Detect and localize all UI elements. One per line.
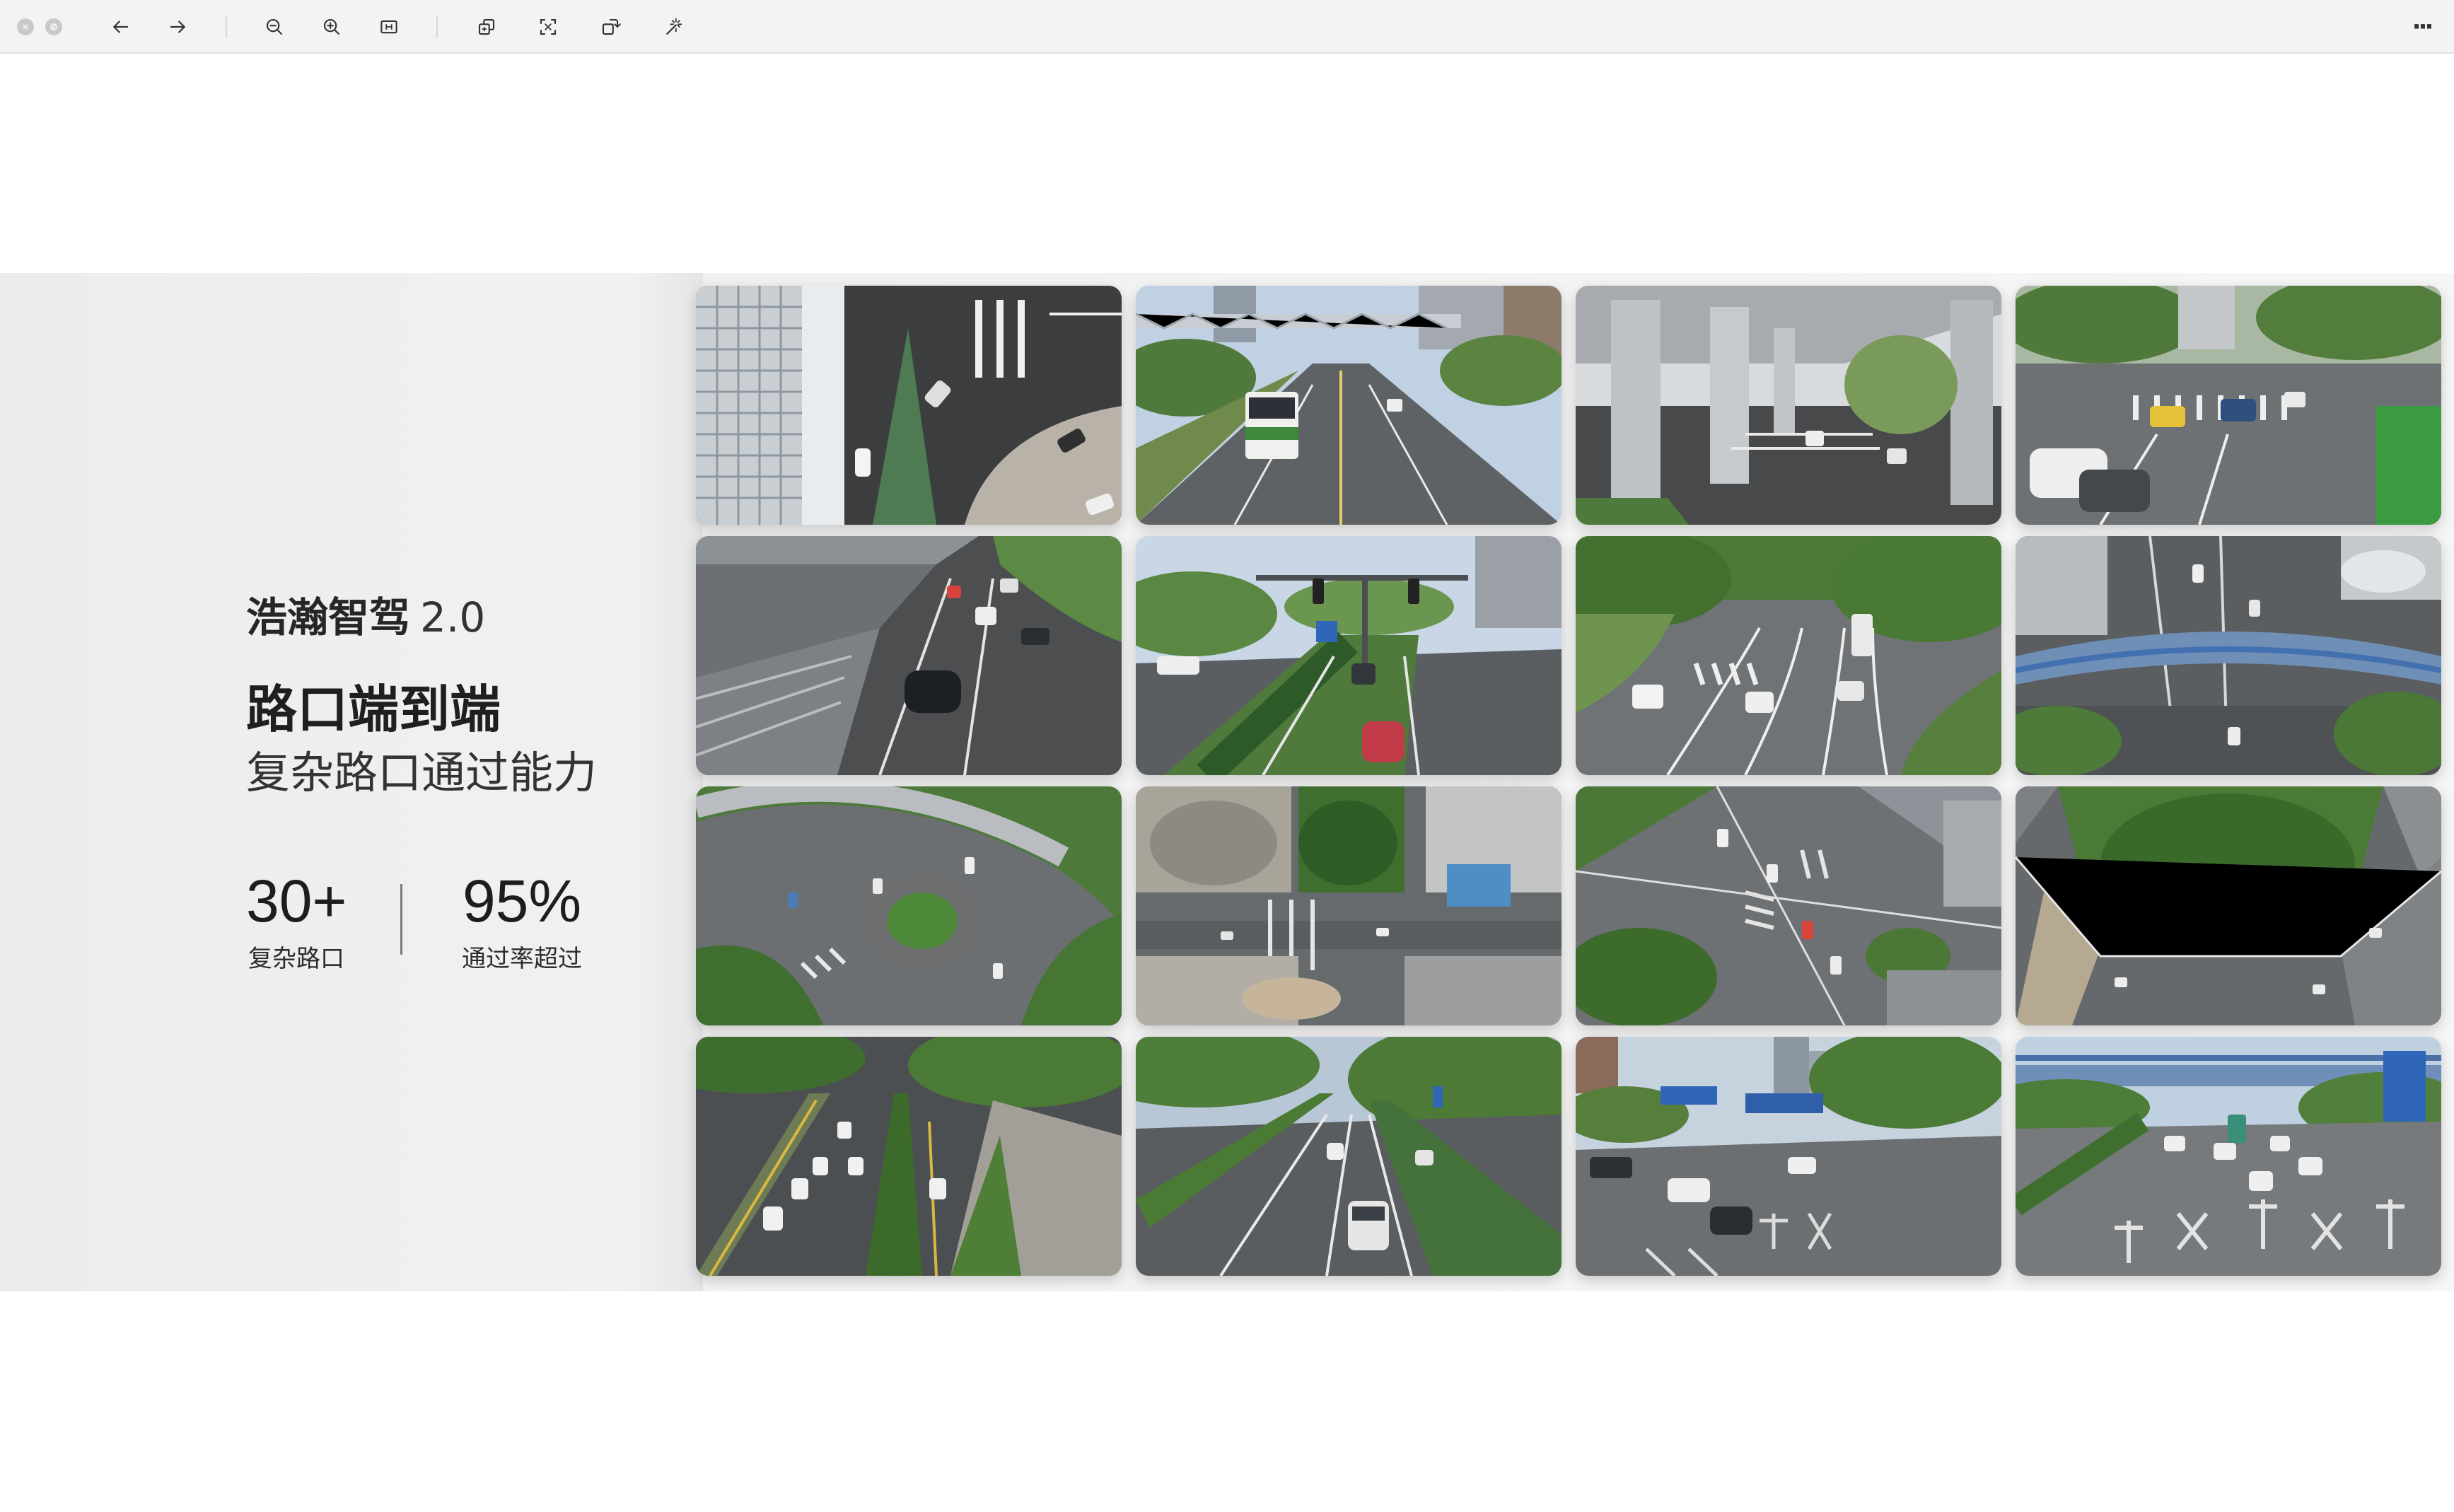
scene-photo: [1136, 286, 1562, 525]
zoom-in-icon[interactable]: [318, 13, 346, 41]
close-icon[interactable]: [17, 18, 34, 35]
scene-photo: [696, 286, 1122, 525]
scene-photo: [2016, 786, 2441, 1025]
presentation-slide: 浩瀚智驾 2.0 路口端到端 复杂路口通过能力 30+ 复杂路口 95% 通过率超…: [0, 273, 2454, 1291]
minimize-icon[interactable]: [45, 18, 62, 35]
toolbar-divider: [436, 16, 438, 38]
scene-photo: [2016, 1037, 2441, 1276]
fit-page-icon[interactable]: [375, 13, 403, 41]
zoom-out-icon[interactable]: [260, 13, 289, 41]
back-icon[interactable]: [106, 13, 134, 41]
viewer-toolbar: ···: [0, 0, 2454, 54]
crop-icon[interactable]: [534, 13, 562, 41]
stat-pass-rate: 95% 通过率超过: [451, 871, 593, 974]
stat-label: 通过率超过: [462, 945, 582, 973]
scene-photo: [1576, 286, 2001, 525]
scene-photo: [1576, 536, 2001, 775]
forward-icon[interactable]: [164, 13, 192, 41]
slide-subline: 复杂路口通过能力: [246, 747, 598, 798]
scene-photo: [1136, 786, 1562, 1025]
magic-wand-icon[interactable]: [659, 13, 687, 41]
scene-photo: [1576, 786, 2001, 1025]
rotate-icon[interactable]: [596, 13, 624, 41]
brand-version: 2.0: [420, 593, 486, 641]
stat-value: 30+: [246, 868, 347, 934]
stat-value: 95%: [462, 868, 582, 934]
scene-photo: [696, 1037, 1122, 1276]
scene-photo: [1136, 536, 1562, 775]
brand-title: 浩瀚智驾 2.0: [246, 584, 485, 644]
slide-headline: 路口端到端: [246, 680, 501, 739]
scene-photo: [1576, 1037, 2001, 1276]
brand-name: 浩瀚智驾: [246, 593, 411, 641]
stat-label: 复杂路口: [248, 945, 344, 973]
scene-photo: [2016, 286, 2441, 525]
stat-divider: [400, 884, 402, 955]
more-icon[interactable]: ···: [2407, 13, 2436, 41]
scene-photo: [696, 786, 1122, 1025]
copy-icon[interactable]: [472, 13, 501, 41]
scene-photo: [2016, 536, 2441, 775]
slide-text-panel: 浩瀚智驾 2.0 路口端到端 复杂路口通过能力 30+ 复杂路口 95% 通过率超…: [246, 273, 670, 1291]
scene-photo: [1136, 1037, 1562, 1276]
stat-intersections: 30+ 复杂路口: [246, 871, 347, 974]
scene-photo: [696, 536, 1122, 775]
toolbar-divider: [226, 16, 227, 38]
scene-gallery: [696, 286, 2441, 1276]
